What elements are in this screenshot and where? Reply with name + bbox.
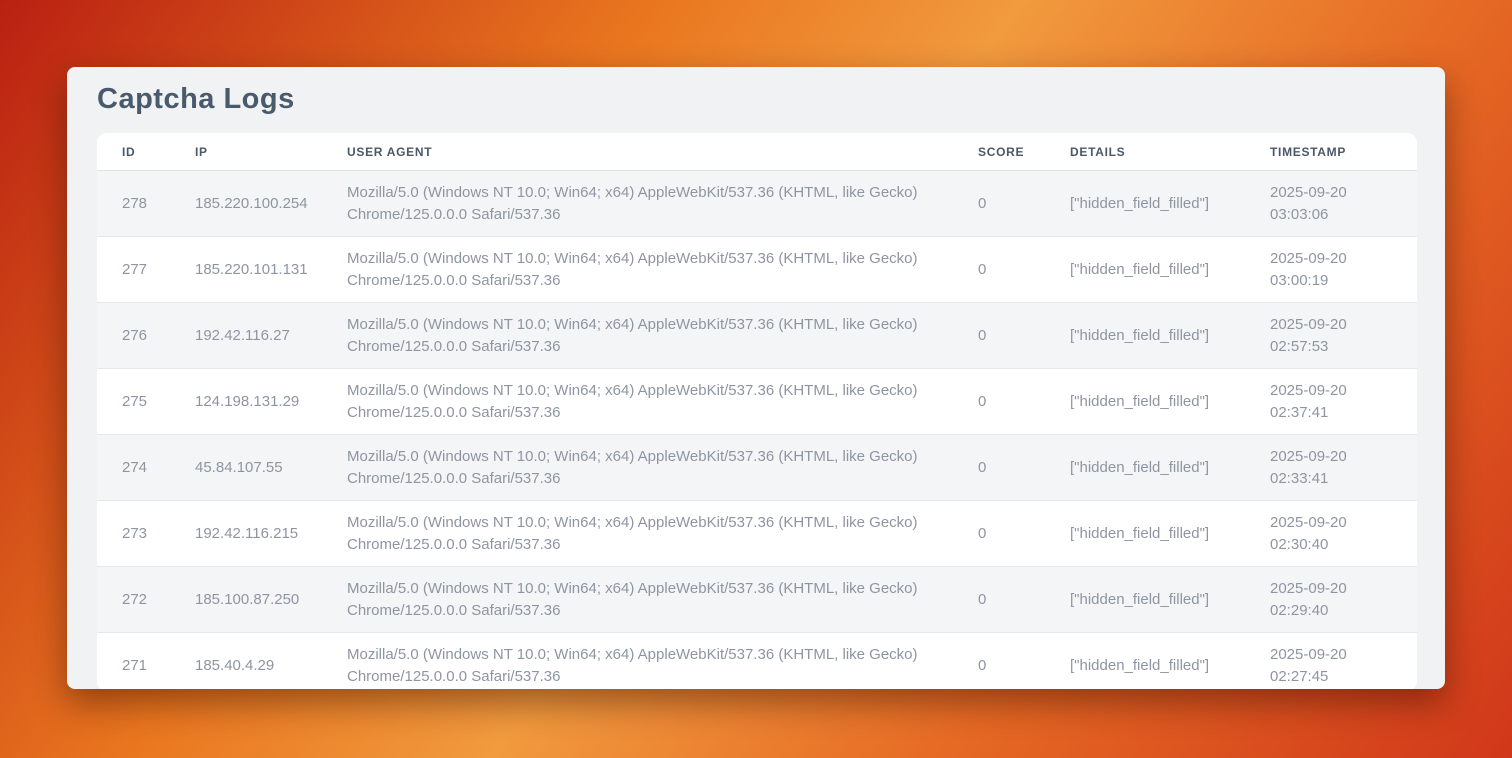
column-header-details: DETAILS (1070, 133, 1270, 171)
captcha-logs-card: Captcha Logs ID IP USER AGENT SCORE DETA… (67, 67, 1445, 689)
cell-score: 0 (978, 633, 1070, 690)
cell-user-agent: Mozilla/5.0 (Windows NT 10.0; Win64; x64… (347, 435, 978, 501)
cell-timestamp: 2025-09-20 02:33:41 (1270, 435, 1417, 501)
cell-ip: 192.42.116.27 (195, 303, 347, 369)
table-row: 278 185.220.100.254 Mozilla/5.0 (Windows… (97, 171, 1417, 237)
cell-timestamp: 2025-09-20 02:37:41 (1270, 369, 1417, 435)
cell-id: 273 (97, 501, 195, 567)
table-row: 276 192.42.116.27 Mozilla/5.0 (Windows N… (97, 303, 1417, 369)
cell-details: ["hidden_field_filled"] (1070, 237, 1270, 303)
table-body: 278 185.220.100.254 Mozilla/5.0 (Windows… (97, 171, 1417, 690)
table-row: 275 124.198.131.29 Mozilla/5.0 (Windows … (97, 369, 1417, 435)
column-header-id: ID (97, 133, 195, 171)
cell-score: 0 (978, 501, 1070, 567)
cell-score: 0 (978, 237, 1070, 303)
column-header-timestamp: TIMESTAMP (1270, 133, 1417, 171)
page-title: Captcha Logs (97, 83, 1417, 116)
cell-id: 277 (97, 237, 195, 303)
cell-score: 0 (978, 303, 1070, 369)
table-row: 277 185.220.101.131 Mozilla/5.0 (Windows… (97, 237, 1417, 303)
table-header: ID IP USER AGENT SCORE DETAILS TIMESTAMP (97, 133, 1417, 171)
table-row: 274 45.84.107.55 Mozilla/5.0 (Windows NT… (97, 435, 1417, 501)
card-header: Captcha Logs (97, 67, 1417, 133)
cell-ip: 185.220.101.131 (195, 237, 347, 303)
cell-score: 0 (978, 567, 1070, 633)
column-header-user-agent: USER AGENT (347, 133, 978, 171)
cell-ip: 185.40.4.29 (195, 633, 347, 690)
cell-timestamp: 2025-09-20 02:57:53 (1270, 303, 1417, 369)
cell-timestamp: 2025-09-20 02:29:40 (1270, 567, 1417, 633)
captcha-logs-table: ID IP USER AGENT SCORE DETAILS TIMESTAMP… (97, 133, 1417, 689)
cell-details: ["hidden_field_filled"] (1070, 369, 1270, 435)
cell-details: ["hidden_field_filled"] (1070, 435, 1270, 501)
cell-user-agent: Mozilla/5.0 (Windows NT 10.0; Win64; x64… (347, 633, 978, 690)
cell-ip: 124.198.131.29 (195, 369, 347, 435)
column-header-ip: IP (195, 133, 347, 171)
cell-user-agent: Mozilla/5.0 (Windows NT 10.0; Win64; x64… (347, 567, 978, 633)
cell-id: 278 (97, 171, 195, 237)
cell-details: ["hidden_field_filled"] (1070, 501, 1270, 567)
cell-id: 274 (97, 435, 195, 501)
column-header-score: SCORE (978, 133, 1070, 171)
cell-user-agent: Mozilla/5.0 (Windows NT 10.0; Win64; x64… (347, 501, 978, 567)
table-row: 271 185.40.4.29 Mozilla/5.0 (Windows NT … (97, 633, 1417, 690)
cell-id: 275 (97, 369, 195, 435)
cell-details: ["hidden_field_filled"] (1070, 303, 1270, 369)
cell-timestamp: 2025-09-20 03:03:06 (1270, 171, 1417, 237)
table-container: ID IP USER AGENT SCORE DETAILS TIMESTAMP… (97, 133, 1417, 689)
cell-score: 0 (978, 435, 1070, 501)
cell-score: 0 (978, 171, 1070, 237)
cell-details: ["hidden_field_filled"] (1070, 633, 1270, 690)
table-row: 273 192.42.116.215 Mozilla/5.0 (Windows … (97, 501, 1417, 567)
cell-ip: 185.220.100.254 (195, 171, 347, 237)
cell-timestamp: 2025-09-20 02:27:45 (1270, 633, 1417, 690)
cell-timestamp: 2025-09-20 02:30:40 (1270, 501, 1417, 567)
cell-user-agent: Mozilla/5.0 (Windows NT 10.0; Win64; x64… (347, 237, 978, 303)
cell-id: 272 (97, 567, 195, 633)
table-header-row: ID IP USER AGENT SCORE DETAILS TIMESTAMP (97, 133, 1417, 171)
cell-ip: 192.42.116.215 (195, 501, 347, 567)
cell-score: 0 (978, 369, 1070, 435)
cell-user-agent: Mozilla/5.0 (Windows NT 10.0; Win64; x64… (347, 171, 978, 237)
cell-timestamp: 2025-09-20 03:00:19 (1270, 237, 1417, 303)
cell-details: ["hidden_field_filled"] (1070, 567, 1270, 633)
cell-ip: 45.84.107.55 (195, 435, 347, 501)
cell-ip: 185.100.87.250 (195, 567, 347, 633)
cell-user-agent: Mozilla/5.0 (Windows NT 10.0; Win64; x64… (347, 369, 978, 435)
cell-details: ["hidden_field_filled"] (1070, 171, 1270, 237)
cell-user-agent: Mozilla/5.0 (Windows NT 10.0; Win64; x64… (347, 303, 978, 369)
table-row: 272 185.100.87.250 Mozilla/5.0 (Windows … (97, 567, 1417, 633)
cell-id: 271 (97, 633, 195, 690)
page-background: { "page": { "title": "Captcha Logs" }, "… (0, 0, 1512, 758)
cell-id: 276 (97, 303, 195, 369)
